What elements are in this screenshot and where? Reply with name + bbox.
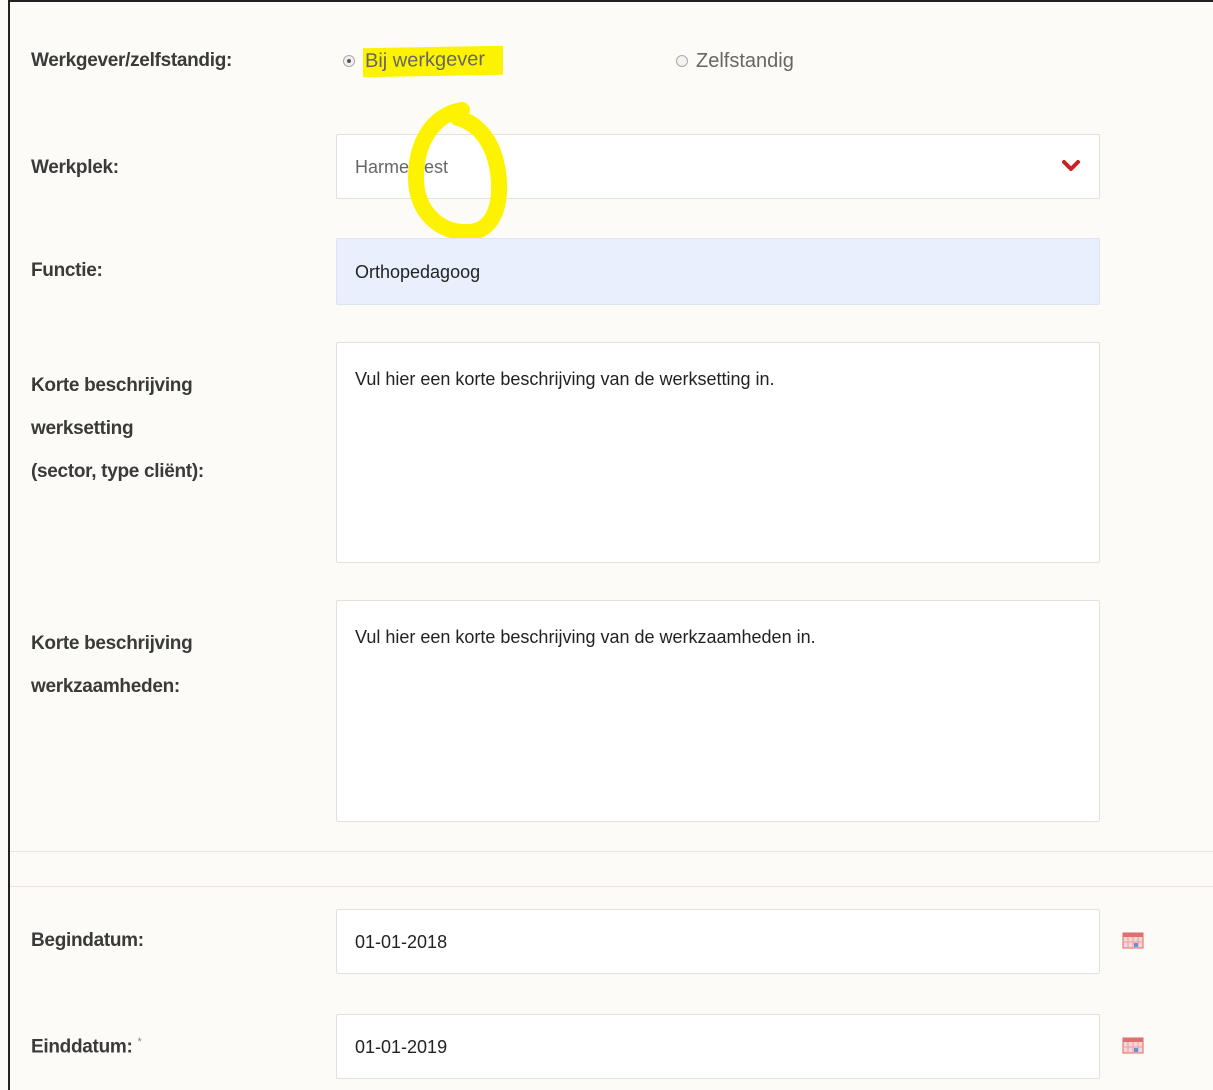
calendar-icon[interactable] — [1122, 931, 1144, 949]
activities-textarea[interactable]: Vul hier een korte beschrijving van de w… — [336, 600, 1100, 822]
radio-bij-werkgever[interactable]: Bij werkgever — [343, 45, 504, 77]
function-label: Functie: — [31, 260, 103, 281]
radio-zelfstandig[interactable]: Zelfstandig — [676, 50, 794, 72]
workplace-label: Werkplek: — [31, 157, 119, 178]
calendar-icon[interactable] — [1122, 1036, 1144, 1054]
activities-label: Korte beschrijving werkzaamheden: — [31, 622, 193, 708]
employer-type-label: Werkgever/zelfstandig: — [31, 50, 233, 71]
radio-checked-icon[interactable] — [343, 55, 355, 67]
section-divider-bottom — [10, 886, 1213, 887]
radio-label-zelfstandig: Zelfstandig — [696, 49, 794, 72]
activities-placeholder: Vul hier een korte beschrijving van de w… — [355, 627, 816, 647]
chevron-down-icon[interactable] — [1061, 158, 1081, 174]
start-date-input[interactable]: 01-01-2018 — [336, 909, 1100, 974]
start-date-value: 01-01-2018 — [355, 932, 448, 952]
activities-label-line-2: werkzaamheden: — [31, 676, 180, 697]
radio-label-bij-werkgever: Bij werkgever — [363, 45, 504, 77]
work-setting-label: Korte beschrijving werksetting (sector, … — [31, 364, 204, 493]
end-date-value: 01-01-2019 — [355, 1037, 448, 1057]
work-setting-placeholder: Vul hier een korte beschrijving van de w… — [355, 369, 775, 389]
end-date-input[interactable]: 01-01-2019 — [336, 1014, 1100, 1079]
highlight-circle-annotation — [407, 102, 508, 241]
function-value: Orthopedagoog — [355, 262, 481, 282]
work-setting-label-line-1: Korte beschrijving — [31, 375, 193, 396]
work-setting-label-line-3: (sector, type cliënt): — [31, 461, 204, 482]
activities-label-line-1: Korte beschrijving — [31, 633, 193, 654]
radio-unchecked-icon[interactable] — [676, 55, 688, 67]
end-date-label-text: Einddatum: — [31, 1036, 133, 1058]
required-marker: * — [137, 1036, 142, 1048]
end-date-label: Einddatum: * — [31, 1036, 142, 1058]
section-divider-top — [10, 851, 1213, 852]
work-setting-textarea[interactable]: Vul hier een korte beschrijving van de w… — [336, 342, 1100, 563]
function-input[interactable]: Orthopedagoog — [336, 238, 1100, 305]
start-date-label: Begindatum: — [31, 930, 144, 951]
work-setting-label-line-2: werksetting — [31, 418, 134, 439]
